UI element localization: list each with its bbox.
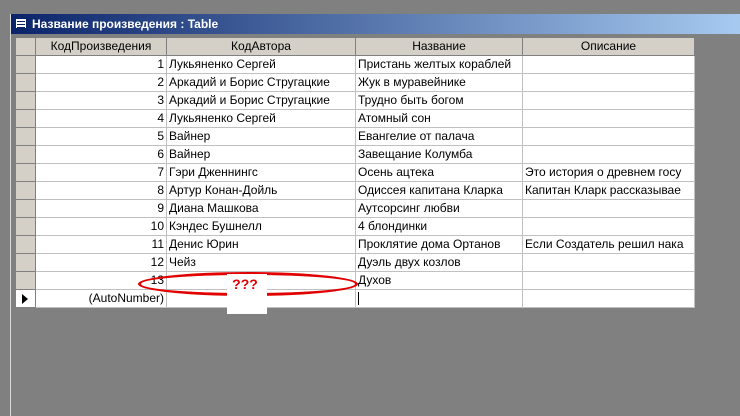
cell-id[interactable]: 9 (35, 199, 167, 218)
cell-title[interactable]: Осень ацтека (355, 163, 523, 182)
cell-id[interactable]: 10 (35, 217, 167, 236)
cell-id[interactable]: 1 (35, 55, 167, 74)
cell-author[interactable]: Лукьяненко Сергей (166, 55, 356, 74)
cell-id[interactable]: 11 (35, 235, 167, 254)
datasheet-grid: КодПроизведения КодАвтора Название Описа… (15, 37, 695, 308)
cell-author[interactable]: Вайнер (166, 127, 356, 146)
cell-author[interactable]: Диана Машкова (166, 199, 356, 218)
cell-id[interactable]: 6 (35, 145, 167, 164)
table-row: 6 Вайнер Завещание Колумба (15, 145, 695, 164)
cell-description[interactable] (522, 145, 695, 164)
cell-title-new[interactable] (355, 289, 523, 308)
cell-id[interactable]: 12 (35, 253, 167, 272)
cell-author[interactable]: Гэри Дженнингс (166, 163, 356, 182)
cell-id[interactable]: 3 (35, 91, 167, 110)
cell-description-new[interactable] (522, 289, 695, 308)
row-selector[interactable] (15, 163, 36, 182)
cell-description[interactable]: Это история о древнем госу (522, 163, 695, 182)
table-row: 4 Лукьяненко Сергей Атомный сон (15, 109, 695, 128)
cell-title[interactable]: Атомный сон (355, 109, 523, 128)
cell-description[interactable] (522, 253, 695, 272)
table-icon (15, 18, 27, 29)
cell-author[interactable]: Вайнер (166, 145, 356, 164)
row-selector[interactable] (15, 235, 36, 254)
cell-author[interactable]: Чейз (166, 253, 356, 272)
table-row: 3 Аркадий и Борис Стругацкие Трудно быть б… (15, 91, 695, 110)
cell-title[interactable]: Духов (355, 271, 523, 290)
cell-title[interactable]: Проклятие дома Ортанов (355, 235, 523, 254)
cell-title[interactable]: 4 блондинки (355, 217, 523, 236)
row-selector[interactable] (15, 271, 36, 290)
cell-title[interactable]: Одиссея капитана Кларка (355, 181, 523, 200)
cell-id[interactable]: 7 (35, 163, 167, 182)
cell-title[interactable]: Евангелие от палача (355, 127, 523, 146)
table-row: 10 Кэндес Бушнелл 4 блондинки (15, 217, 695, 236)
column-header-title[interactable]: Название (355, 37, 523, 56)
cell-description[interactable]: Если Создатель решил нака (522, 235, 695, 254)
row-selector[interactable] (15, 73, 36, 92)
row-selector[interactable] (15, 91, 36, 110)
cell-author[interactable]: Кэндес Бушнелл (166, 217, 356, 236)
row-selector[interactable] (15, 109, 36, 128)
cell-description[interactable] (522, 55, 695, 74)
row-selector[interactable] (15, 199, 36, 218)
column-header-author[interactable]: КодАвтора (166, 37, 356, 56)
cell-title[interactable]: Пристань желтых кораблей (355, 55, 523, 74)
current-record-arrow-icon (22, 294, 28, 304)
title-bar[interactable]: Название произведения : Table (11, 14, 740, 34)
table-row: 2 Аркадий и Борис Стругацкие Жук в муравей… (15, 73, 695, 92)
table-row: 12 Чейз Дуэль двух козлов (15, 253, 695, 272)
row-selector[interactable] (15, 127, 36, 146)
row-selector[interactable] (15, 181, 36, 200)
table-row: 8 Артур Конан-Дойль Одиссея капитана Кларк… (15, 181, 695, 200)
table-row: 9 Диана Машкова Аутсорсинг любви (15, 199, 695, 218)
text-cursor (358, 292, 359, 306)
cell-author[interactable]: Аркадий и Борис Стругацкие (166, 91, 356, 110)
cell-title[interactable]: Аутсорсинг любви (355, 199, 523, 218)
current-row-selector[interactable] (15, 289, 36, 308)
table-row: 5 Вайнер Евангелие от палача (15, 127, 695, 146)
row-selector[interactable] (15, 55, 36, 74)
cell-description[interactable] (522, 109, 695, 128)
column-header-description[interactable]: Описание (522, 37, 695, 56)
cell-id-autonumber[interactable]: (AutoNumber) (35, 289, 167, 308)
cell-id[interactable]: 5 (35, 127, 167, 146)
cell-author[interactable]: Денис Юрин (166, 235, 356, 254)
cell-description[interactable] (522, 217, 695, 236)
table-row: 7 Гэри Дженнингс Осень ацтека Это история о… (15, 163, 695, 182)
cell-title[interactable]: Завещание Колумба (355, 145, 523, 164)
cell-description[interactable] (522, 91, 695, 110)
table-row: 1 Лукьяненко Сергей Пристань желтых корабл… (15, 55, 695, 74)
cell-description[interactable] (522, 127, 695, 146)
window-title: Название произведения : Table (32, 17, 219, 31)
cell-title[interactable]: Трудно быть богом (355, 91, 523, 110)
cell-description[interactable] (522, 73, 695, 92)
row-selector[interactable] (15, 145, 36, 164)
cell-description[interactable] (522, 271, 695, 290)
row-selector[interactable] (15, 253, 36, 272)
table-row: 11 Денис Юрин Проклятие дома Ортанов Если С… (15, 235, 695, 254)
select-all-corner[interactable] (15, 37, 36, 56)
cell-id[interactable]: 8 (35, 181, 167, 200)
cell-author[interactable]: Аркадий и Борис Стругацкие (166, 73, 356, 92)
annotation-question-marks: ??? (232, 276, 258, 292)
cell-id[interactable]: 2 (35, 73, 167, 92)
column-header-id[interactable]: КодПроизведения (35, 37, 167, 56)
cell-author[interactable]: Артур Конан-Дойль (166, 181, 356, 200)
header-row: КодПроизведения КодАвтора Название Описа… (15, 37, 695, 56)
row-selector[interactable] (15, 217, 36, 236)
new-record-row: (AutoNumber) (15, 289, 695, 308)
cell-description[interactable]: Капитан Кларк рассказывае (522, 181, 695, 200)
cell-id[interactable]: 4 (35, 109, 167, 128)
cell-title[interactable]: Жук в муравейнике (355, 73, 523, 92)
cell-title[interactable]: Дуэль двух козлов (355, 253, 523, 272)
table-window: Название произведения : Table КодПроизве… (10, 14, 740, 416)
cell-description[interactable] (522, 199, 695, 218)
cell-author[interactable]: Лукьяненко Сергей (166, 109, 356, 128)
